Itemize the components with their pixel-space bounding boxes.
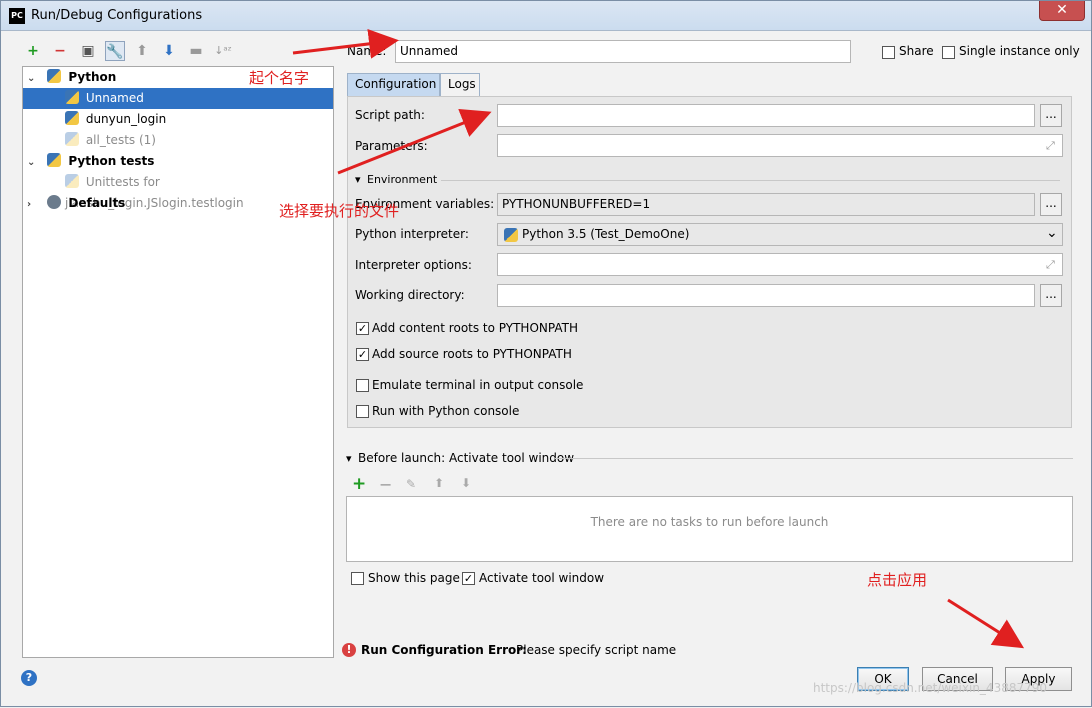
- arrow-to-apply-button: [947, 598, 1025, 649]
- arrow-to-name-field: [292, 28, 399, 59]
- annotation-arrows: [292, 28, 1025, 649]
- watermark-text: https://blog.csdn.net/weixin_43887790: [813, 681, 1048, 695]
- arrow-to-script-path: [337, 108, 492, 175]
- run-debug-configurations-dialog: PC Run/Debug Configurations ✕ + − ▣ 🔧 ⬆ …: [0, 0, 1092, 707]
